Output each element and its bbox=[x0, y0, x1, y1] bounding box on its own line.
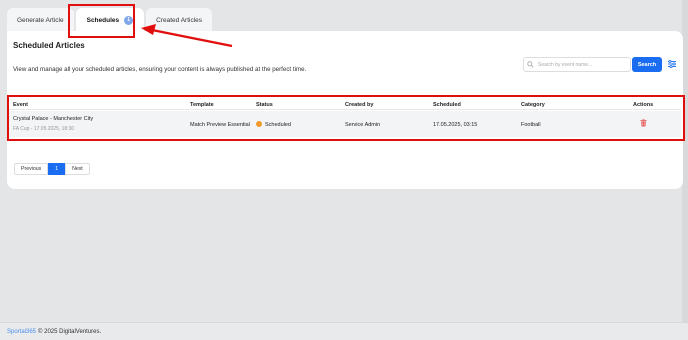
filter-sliders-icon[interactable] bbox=[667, 59, 677, 69]
created-by-cell: Service Admin bbox=[345, 122, 381, 128]
table-header: Event Template Status Created by Schedul… bbox=[9, 98, 681, 110]
column-header-template: Template bbox=[190, 102, 214, 108]
tab-bar: Generate Article Schedules 1 Created Art… bbox=[7, 8, 214, 32]
template-cell: Match Preview Essential bbox=[190, 122, 250, 128]
tab-label: Generate Article bbox=[17, 16, 64, 24]
table-row[interactable]: Crystal Palace - Manchester City FA Cup … bbox=[9, 111, 681, 137]
previous-page-button[interactable]: Previous bbox=[14, 163, 49, 175]
column-header-category: Category bbox=[521, 102, 545, 108]
event-subtitle: FA Cup - 17.05.2025, 18:30 bbox=[13, 126, 75, 132]
column-header-scheduled: Scheduled bbox=[433, 102, 461, 108]
tab-created-articles[interactable]: Created Articles bbox=[146, 8, 213, 32]
trash-icon[interactable] bbox=[640, 119, 647, 127]
event-title: Crystal Palace - Manchester City bbox=[13, 116, 94, 122]
footer-brand-link[interactable]: Sportal365 bbox=[7, 329, 36, 335]
next-page-button[interactable]: Next bbox=[65, 163, 90, 175]
column-header-actions: Actions bbox=[633, 102, 654, 108]
search-button[interactable]: Search bbox=[632, 57, 662, 72]
pagination: Previous 1 Next bbox=[14, 163, 90, 175]
tab-label: Created Articles bbox=[156, 16, 203, 24]
tab-label: Schedules bbox=[86, 16, 120, 24]
scheduled-articles-card: Scheduled Articles View and manage all y… bbox=[7, 31, 683, 189]
schedules-count-badge: 1 bbox=[124, 15, 134, 25]
column-header-created-by: Created by bbox=[345, 102, 374, 108]
tab-generate-article[interactable]: Generate Article bbox=[7, 8, 74, 32]
search-icon bbox=[527, 61, 534, 68]
page-title: Scheduled Articles bbox=[13, 41, 85, 50]
column-header-event: Event bbox=[13, 102, 28, 108]
tab-schedules[interactable]: Schedules 1 bbox=[75, 8, 145, 32]
page-description: View and manage all your scheduled artic… bbox=[13, 66, 307, 73]
footer-copyright: © 2025 DigitalVentures. bbox=[38, 328, 102, 335]
footer: Sportal365 © 2025 DigitalVentures. bbox=[0, 322, 688, 340]
status-clock-icon bbox=[256, 121, 262, 127]
category-cell: Football bbox=[521, 122, 541, 128]
status-label: Scheduled bbox=[265, 122, 291, 128]
search-input[interactable] bbox=[523, 57, 631, 72]
scheduled-cell: 17.05.2025, 03:15 bbox=[433, 122, 478, 128]
page-1-button[interactable]: 1 bbox=[48, 163, 66, 175]
column-header-status: Status bbox=[256, 102, 273, 108]
status-cell: Scheduled bbox=[256, 121, 291, 128]
